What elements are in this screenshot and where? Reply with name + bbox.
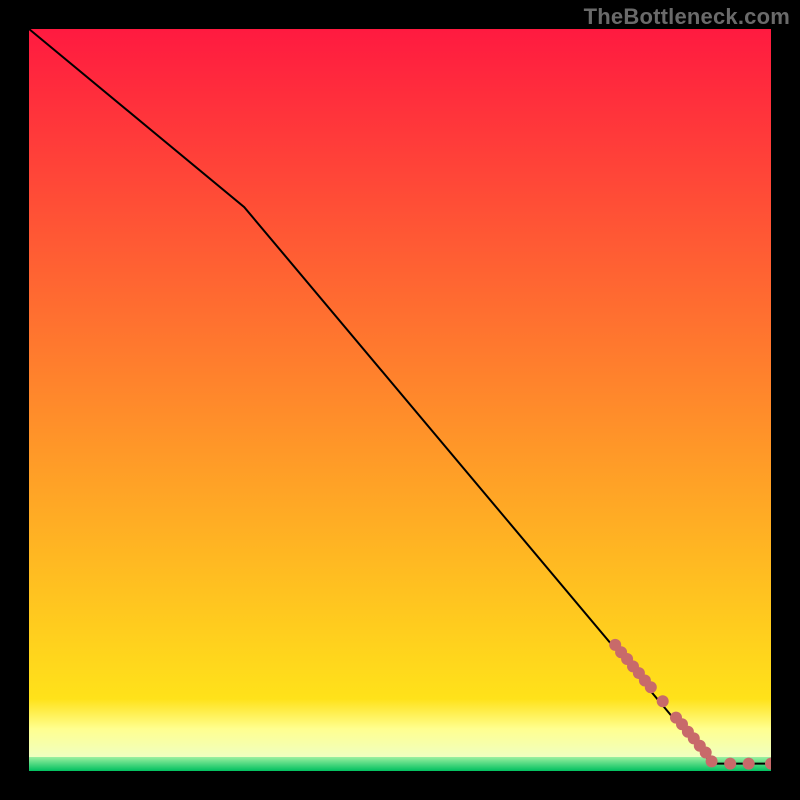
plot-area [29,29,771,771]
chart-stage: TheBottleneck.com [0,0,800,800]
watermark-text: TheBottleneck.com [584,4,790,30]
gradient-band [29,757,771,771]
background-gradient [29,29,771,771]
gradient-band [29,729,771,757]
gradient-band [29,699,771,729]
gradient-band [29,29,771,699]
